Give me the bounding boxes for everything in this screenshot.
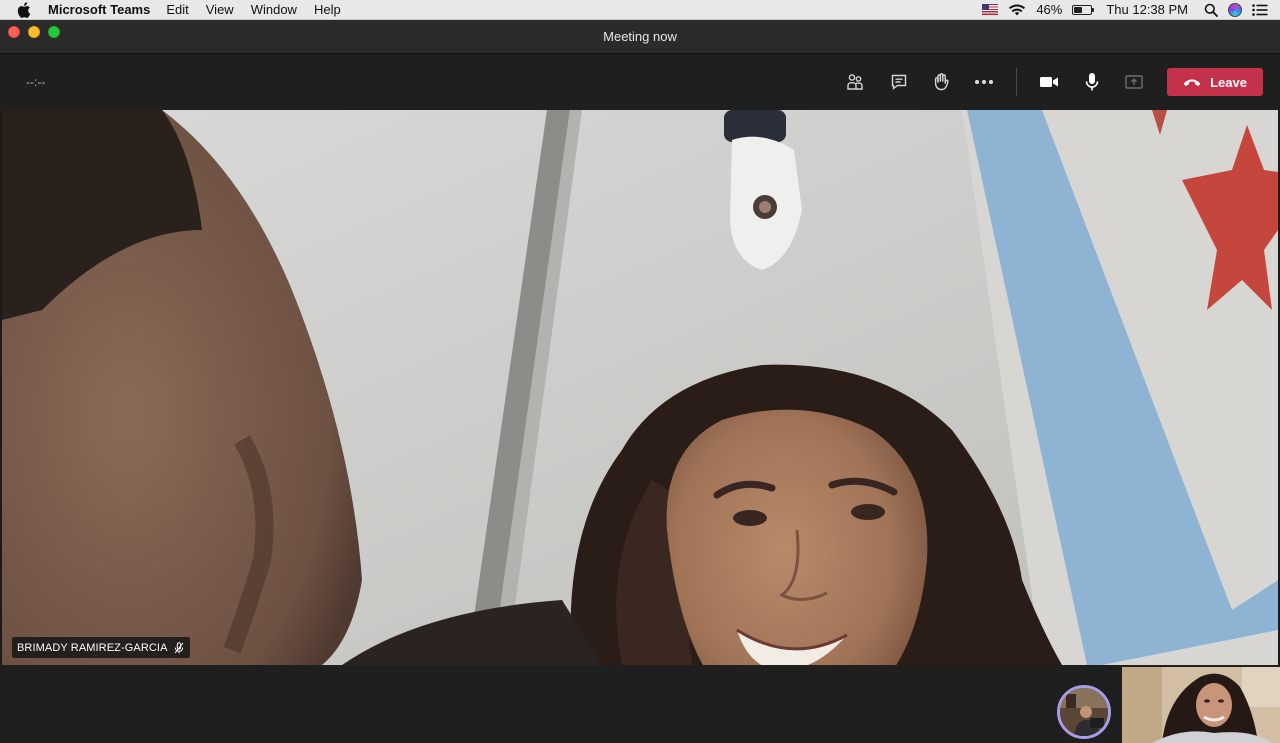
menu-window[interactable]: Window	[251, 2, 297, 17]
people-icon	[847, 74, 863, 90]
apple-logo-icon[interactable]	[17, 1, 33, 18]
spotlight-search-icon[interactable]	[1204, 3, 1218, 17]
leave-button[interactable]: Leave	[1167, 68, 1263, 96]
controls-divider	[1016, 68, 1017, 96]
meeting-control-bar: --:-- Leave	[0, 54, 1280, 110]
participant-video[interactable]: BRIMADY RAMIREZ-GARCIA	[2, 110, 1278, 665]
share-screen-icon	[1125, 75, 1143, 89]
battery-percent: 46%	[1036, 2, 1063, 17]
participant-name: BRIMADY RAMIREZ-GARCIA	[17, 641, 168, 654]
participant-strip	[0, 665, 1280, 743]
battery-icon[interactable]	[1072, 4, 1095, 15]
participant-avatar[interactable]	[1057, 685, 1111, 739]
more-actions-button[interactable]	[970, 68, 998, 96]
notification-center-icon[interactable]	[1252, 3, 1268, 16]
siri-icon[interactable]	[1228, 2, 1242, 17]
minimize-window-button[interactable]	[28, 26, 40, 38]
more-options-icon	[975, 80, 993, 84]
meeting-timer: --:--	[26, 75, 46, 89]
hand-icon	[934, 73, 949, 91]
maximize-window-button[interactable]	[48, 26, 60, 38]
window-title: Meeting now	[603, 29, 677, 44]
battery-fill	[1074, 6, 1082, 13]
avatar-photo	[1060, 688, 1108, 736]
microphone-icon	[1085, 73, 1099, 91]
share-screen-button[interactable]	[1120, 68, 1148, 96]
phone-hangup-icon	[1183, 79, 1201, 86]
raise-hand-button[interactable]	[927, 68, 955, 96]
menu-view[interactable]: View	[206, 2, 234, 17]
wifi-icon[interactable]	[1008, 3, 1026, 16]
video-stage: BRIMADY RAMIREZ-GARCIA	[0, 110, 1280, 665]
input-source-flag-icon[interactable]	[982, 4, 999, 15]
camera-icon	[1040, 77, 1058, 87]
self-view-video[interactable]	[1122, 667, 1280, 743]
window-title-bar: Meeting now	[0, 20, 1280, 54]
menu-help[interactable]: Help	[314, 2, 341, 17]
leave-label: Leave	[1210, 74, 1247, 90]
menu-app-name[interactable]: Microsoft Teams	[48, 2, 150, 17]
toggle-camera-button[interactable]	[1035, 68, 1063, 96]
microphone-muted-icon	[174, 641, 183, 653]
window-controls	[8, 26, 60, 38]
chat-icon	[891, 74, 907, 90]
show-conversation-button[interactable]	[885, 68, 913, 96]
menu-edit[interactable]: Edit	[166, 2, 188, 17]
menu-clock[interactable]: Thu 12:38 PM	[1106, 2, 1188, 17]
close-window-button[interactable]	[8, 26, 20, 38]
video-frame	[2, 110, 1278, 665]
show-participants-button[interactable]	[841, 68, 869, 96]
self-view-frame	[1122, 667, 1280, 743]
toggle-mic-button[interactable]	[1078, 68, 1106, 96]
participant-name-tag: BRIMADY RAMIREZ-GARCIA	[12, 637, 190, 658]
macos-menu-bar: Microsoft Teams Edit View Window Help 46…	[0, 0, 1280, 20]
